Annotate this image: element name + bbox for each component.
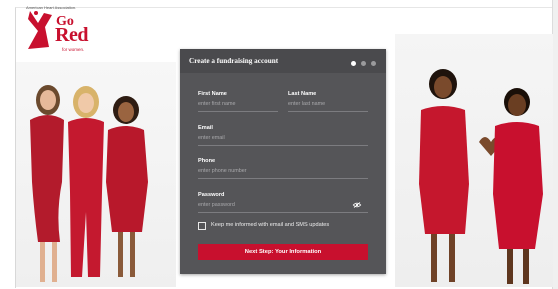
red-dress-icon bbox=[28, 11, 52, 49]
first-name-label: First Name bbox=[198, 91, 227, 97]
step-indicator-3 bbox=[371, 61, 376, 66]
phone-label: Phone bbox=[198, 158, 216, 164]
password-label: Password bbox=[198, 192, 225, 198]
phone-field[interactable] bbox=[198, 167, 368, 179]
eye-slash-icon[interactable] bbox=[352, 202, 362, 208]
keep-informed-checkbox[interactable] bbox=[198, 222, 206, 230]
logo-red-text: Red bbox=[55, 24, 88, 46]
photo-women-right bbox=[395, 34, 553, 287]
photo-women-left bbox=[16, 62, 176, 287]
form-title: Create a fundraising account bbox=[189, 57, 279, 65]
first-name-field[interactable] bbox=[198, 100, 278, 112]
password-field[interactable] bbox=[198, 201, 368, 213]
step-indicator-1 bbox=[351, 61, 356, 66]
logo-tagline: for women. bbox=[62, 47, 85, 52]
email-field[interactable] bbox=[198, 134, 368, 146]
next-step-button[interactable]: Next Step: Your Information bbox=[198, 244, 368, 260]
email-label: Email bbox=[198, 125, 213, 131]
last-name-field[interactable] bbox=[288, 100, 368, 112]
form-header: Create a fundraising account bbox=[180, 49, 386, 73]
go-red-logo[interactable]: American Heart Association. Go Red for w… bbox=[26, 5, 96, 53]
last-name-label: Last Name bbox=[288, 91, 317, 97]
keep-informed-label: Keep me informed with email and SMS upda… bbox=[211, 222, 330, 228]
step-indicator-2 bbox=[361, 61, 366, 66]
